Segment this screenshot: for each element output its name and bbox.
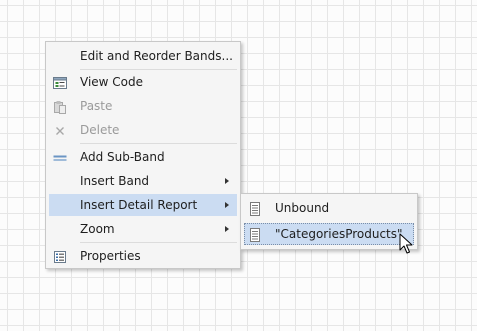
- menu-item-add-sub-band[interactable]: Add Sub-Band: [49, 146, 237, 168]
- menu-item-delete[interactable]: Delete: [49, 119, 237, 141]
- paste-icon: [53, 99, 67, 114]
- menu-item-label: Insert Band: [80, 174, 150, 188]
- report-page-icon: [248, 201, 262, 216]
- menu-item-label: Zoom: [80, 222, 115, 236]
- insert-detail-report-submenu: Unbound "CategoriesProducts": [240, 193, 418, 250]
- view-code-icon: [53, 75, 67, 89]
- menu-item-paste[interactable]: Paste: [49, 95, 237, 117]
- menu-item-label: View Code: [80, 75, 144, 89]
- menu-separator: [80, 242, 237, 243]
- menu-item-label: Insert Detail Report: [80, 198, 198, 212]
- properties-icon: [53, 249, 67, 263]
- menu-item-label: Paste: [80, 99, 113, 113]
- menu-separator: [80, 69, 237, 70]
- menu-item-label: Properties: [80, 249, 141, 263]
- menu-item-view-code[interactable]: View Code: [49, 71, 237, 93]
- submenu-arrow-icon: [225, 202, 229, 208]
- menu-item-label: Delete: [80, 123, 120, 137]
- menu-item-label: Add Sub-Band: [80, 150, 165, 164]
- submenu-arrow-icon: [225, 226, 229, 232]
- submenu-item-unbound[interactable]: Unbound: [244, 197, 414, 219]
- menu-item-insert-band[interactable]: Insert Band: [49, 170, 237, 192]
- menu-item-label: Edit and Reorder Bands...: [80, 49, 233, 63]
- menu-item-insert-detail-report[interactable]: Insert Detail Report: [49, 194, 237, 216]
- report-page-icon: [248, 227, 262, 242]
- menu-item-zoom[interactable]: Zoom: [49, 218, 237, 240]
- context-menu: Edit and Reorder Bands... View Code Past…: [45, 41, 241, 269]
- submenu-item-label: "CategoriesProducts": [275, 227, 403, 241]
- submenu-item-label: Unbound: [275, 201, 330, 215]
- menu-separator: [80, 143, 237, 144]
- menu-item-properties[interactable]: Properties: [49, 245, 237, 267]
- add-sub-band-icon: [53, 150, 67, 164]
- submenu-arrow-icon: [225, 178, 229, 184]
- submenu-item-categories-products[interactable]: "CategoriesProducts": [244, 223, 414, 245]
- mouse-pointer-icon: [399, 233, 414, 255]
- delete-icon: [53, 123, 67, 137]
- menu-item-edit-reorder-bands[interactable]: Edit and Reorder Bands...: [49, 45, 237, 67]
